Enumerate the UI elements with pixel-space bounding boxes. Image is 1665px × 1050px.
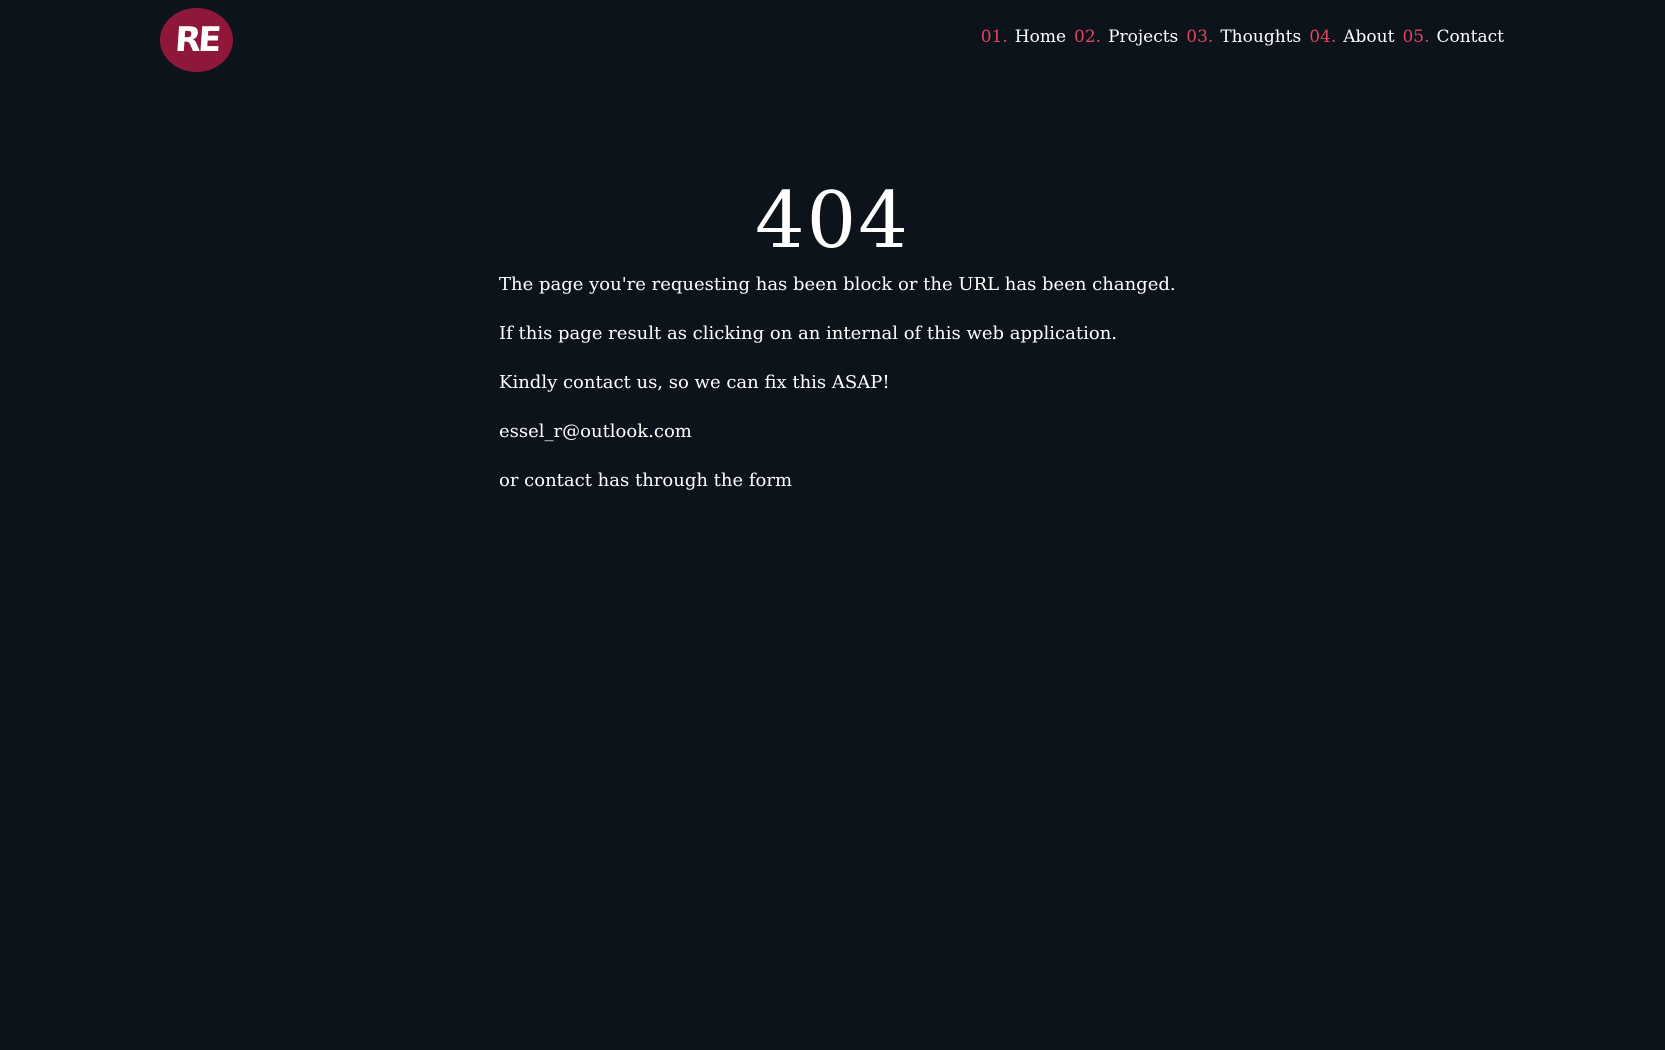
error-message-line: or contact has through the form: [499, 470, 793, 491]
contact-email[interactable]: essel_r@outlook.com: [499, 423, 1176, 441]
main-nav: 01. Home 02. Projects 03. Thoughts 04. A…: [981, 27, 1504, 47]
nav-item-number: 02.: [1074, 27, 1102, 47]
logo-text: RE: [173, 20, 220, 60]
nav-item-about[interactable]: 04. About: [1309, 27, 1394, 47]
nav-item-home[interactable]: 01. Home: [981, 27, 1066, 47]
nav-item-label: Contact: [1436, 27, 1504, 47]
nav-item-label: About: [1343, 27, 1395, 47]
nav-item-thoughts[interactable]: 03. Thoughts: [1186, 27, 1301, 47]
page: RE 01. Home 02. Projects 03. Thoughts 04…: [0, 0, 1665, 1050]
nav-item-number: 03.: [1186, 27, 1214, 47]
error-message: The page you're requesting has been bloc…: [499, 276, 1176, 521]
nav-item-label: Thoughts: [1220, 27, 1302, 47]
nav-item-contact[interactable]: 05. Contact: [1402, 27, 1504, 47]
nav-item-label: Home: [1014, 27, 1067, 47]
error-message-line: If this page result as clicking on an in…: [499, 323, 1118, 344]
nav-item-projects[interactable]: 02. Projects: [1074, 27, 1178, 47]
error-message-line: Kindly contact us, so we can fix this AS…: [499, 372, 890, 393]
nav-item-number: 01.: [980, 27, 1008, 47]
nav-item-number: 04.: [1309, 27, 1337, 47]
error-message-line: The page you're requesting has been bloc…: [499, 274, 1176, 295]
nav-item-label: Projects: [1108, 27, 1179, 47]
nav-item-number: 05.: [1402, 27, 1430, 47]
logo[interactable]: RE: [160, 8, 233, 72]
error-code: 404: [755, 176, 910, 266]
